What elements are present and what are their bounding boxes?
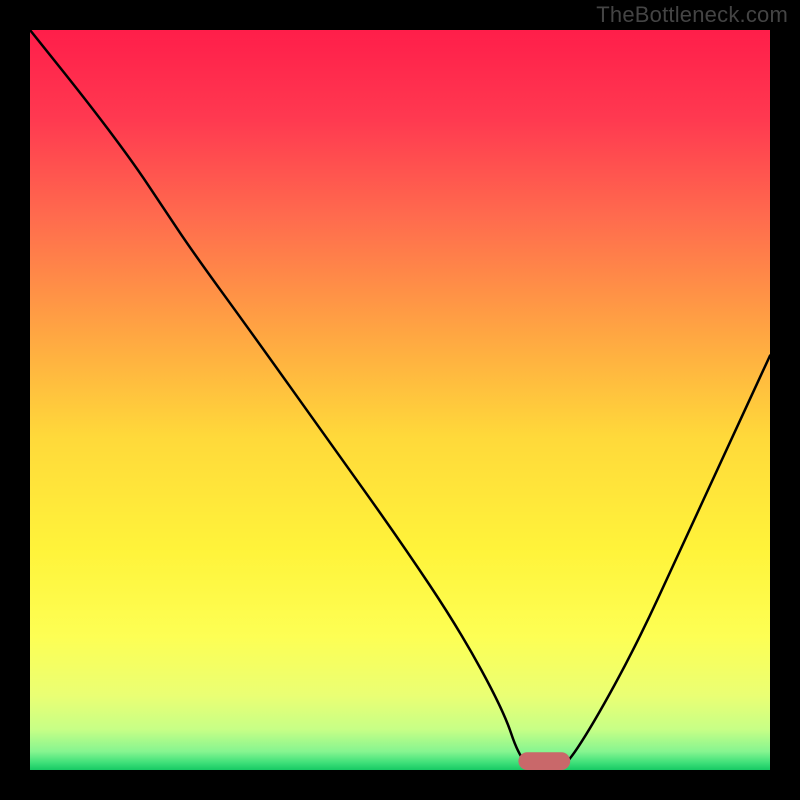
chart-svg — [30, 30, 770, 770]
plot-area — [30, 30, 770, 770]
chart-frame: TheBottleneck.com — [0, 0, 800, 800]
optimal-range-marker — [518, 752, 570, 770]
watermark-text: TheBottleneck.com — [596, 2, 788, 28]
gradient-background — [30, 30, 770, 770]
